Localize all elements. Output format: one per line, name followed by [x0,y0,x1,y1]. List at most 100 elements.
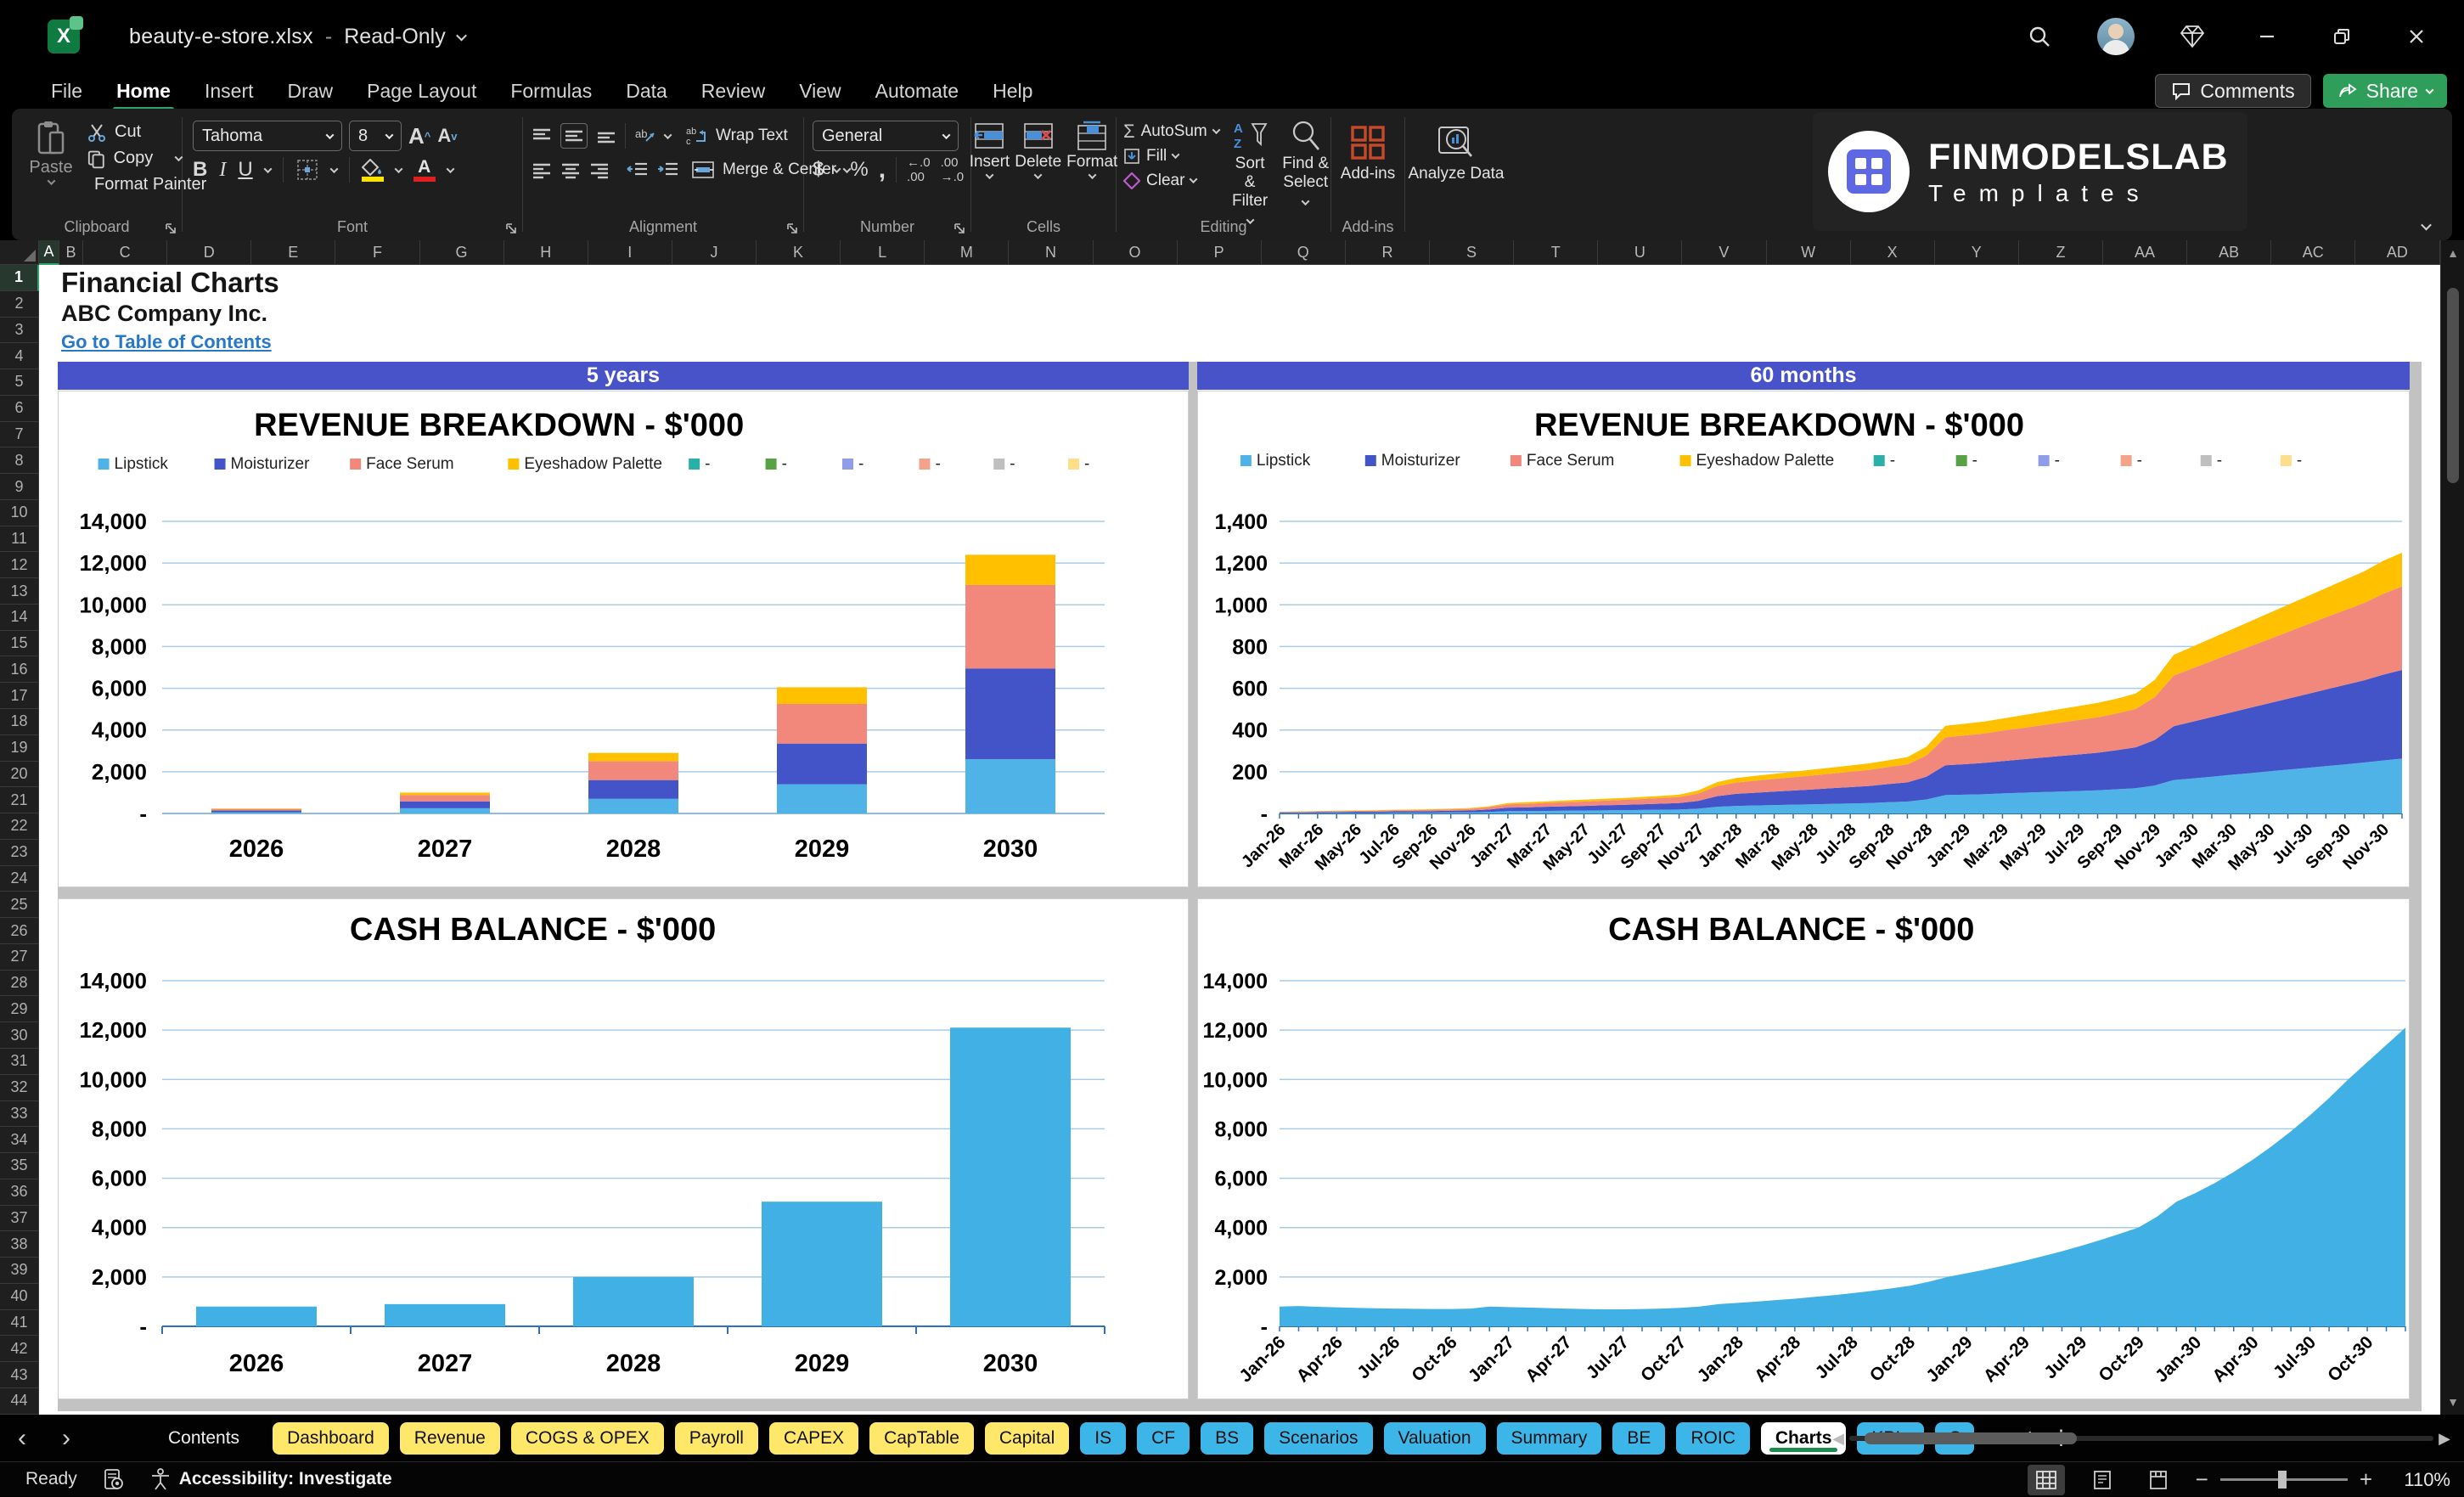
menu-tab-home[interactable]: Home [99,76,188,106]
column-header-U[interactable]: U [1598,240,1682,265]
page-layout-view-button[interactable] [2084,1465,2121,1495]
scroll-up-icon[interactable]: ▲ [2441,242,2464,264]
zoom-out-button[interactable]: − [2196,1466,2208,1493]
menu-tab-data[interactable]: Data [609,76,684,106]
sheet-tab-roic[interactable]: ROIC [1676,1422,1750,1455]
sheet-tab-revenue[interactable]: Revenue [400,1422,500,1455]
orientation-button[interactable]: ab [634,126,656,146]
sheet-tab-capex[interactable]: CAPEX [769,1422,858,1455]
revenue-breakdown-5y-chart[interactable]: -2,0004,0006,0008,00010,00012,00014,0002… [58,391,1189,887]
row-header-29[interactable]: 29 [0,996,39,1022]
row-header-33[interactable]: 33 [0,1101,39,1128]
column-header-A[interactable]: A [39,240,59,265]
premium-diamond-icon[interactable] [2175,20,2209,53]
row-header-27[interactable]: 27 [0,944,39,971]
align-bottom-button[interactable] [596,127,616,145]
underline-button[interactable]: U [238,158,252,182]
sheet-tab-cogs-opex[interactable]: COGS & OPEX [511,1422,664,1455]
row-header-41[interactable]: 41 [0,1310,39,1337]
table-of-contents-link[interactable]: Go to Table of Contents [61,331,272,353]
font-color-chevron-icon[interactable] [446,165,454,173]
row-header-22[interactable]: 22 [0,813,39,840]
column-header-C[interactable]: C [83,240,167,265]
row-header-10[interactable]: 10 [0,500,39,526]
row-header-44[interactable]: 44 [0,1388,39,1415]
row-header-43[interactable]: 43 [0,1362,39,1388]
column-header-AB[interactable]: AB [2187,240,2271,265]
row-header-3[interactable]: 3 [0,318,39,344]
column-header-M[interactable]: M [925,240,1009,265]
row-header-4[interactable]: 4 [0,343,39,369]
borders-button[interactable] [295,158,319,182]
search-icon[interactable] [2022,20,2056,53]
user-avatar[interactable] [2097,18,2135,55]
row-header-38[interactable]: 38 [0,1231,39,1258]
cash-balance-60m-chart[interactable]: -2,0004,0006,0008,00010,00012,00014,000J… [1197,898,2410,1399]
row-header-18[interactable]: 18 [0,709,39,735]
column-header-W[interactable]: W [1767,240,1851,265]
zoom-slider-thumb[interactable] [2278,1471,2287,1489]
percent-style-button[interactable]: % [850,158,868,182]
row-header-12[interactable]: 12 [0,552,39,578]
row-header-23[interactable]: 23 [0,840,39,866]
row-header-15[interactable]: 15 [0,631,39,657]
delete-cells-button[interactable]: Delete [1015,121,1061,179]
row-header-35[interactable]: 35 [0,1153,39,1179]
horizontal-scroll-thumb[interactable] [1865,1432,2077,1444]
underline-chevron-icon[interactable] [263,165,272,173]
sheet-tab-cf[interactable]: CF [1137,1422,1190,1455]
row-header-8[interactable]: 8 [0,447,39,474]
sheet-nav-next-icon[interactable]: › [44,1424,88,1453]
row-header-16[interactable]: 16 [0,656,39,683]
vertical-scrollbar[interactable]: ▲ ▼ [2440,240,2464,1415]
align-right-button[interactable] [589,160,610,179]
addins-button[interactable]: Add-ins [1331,119,1404,183]
menu-tab-help[interactable]: Help [976,76,1049,106]
accounting-format-button[interactable]: $ [813,158,824,182]
zoom-slider[interactable] [2220,1478,2348,1481]
autosum-button[interactable]: ΣAutoSum [1123,119,1219,144]
font-dialog-launcher[interactable] [505,222,517,234]
column-header-X[interactable]: X [1851,240,1935,265]
fill-button[interactable]: Fill [1123,144,1219,168]
column-header-Y[interactable]: Y [1935,240,2019,265]
readonly-badge[interactable]: Read-Only [344,25,446,49]
column-header-D[interactable]: D [167,240,251,265]
column-header-S[interactable]: S [1430,240,1514,265]
analyze-data-button[interactable]: Analyze Data [1405,119,1507,183]
vertical-scroll-thumb[interactable] [2447,288,2459,483]
format-cells-button[interactable]: Format [1066,121,1117,179]
column-header-R[interactable]: R [1346,240,1430,265]
decrease-indent-button[interactable] [627,160,649,179]
row-header-28[interactable]: 28 [0,971,39,997]
alignment-dialog-launcher[interactable] [786,222,798,234]
column-header-I[interactable]: I [588,240,672,265]
sheet-tab-capital[interactable]: Capital [985,1422,1069,1455]
row-header-5[interactable]: 5 [0,369,39,396]
row-header-39[interactable]: 39 [0,1258,39,1284]
column-header-L[interactable]: L [841,240,925,265]
column-header-G[interactable]: G [420,240,504,265]
column-header-J[interactable]: J [672,240,757,265]
column-header-H[interactable]: H [504,240,588,265]
menu-tab-formulas[interactable]: Formulas [493,76,609,106]
row-header-24[interactable]: 24 [0,866,39,892]
menu-tab-automate[interactable]: Automate [858,76,976,106]
font-size-select[interactable]: 8 [349,121,402,151]
sheet-tab-is[interactable]: IS [1080,1422,1126,1455]
accessibility-status[interactable]: Accessibility: Investigate [150,1468,392,1490]
row-header-34[interactable]: 34 [0,1127,39,1153]
menu-tab-page-layout[interactable]: Page Layout [350,76,493,106]
accounting-chevron-icon[interactable] [833,165,841,173]
sheet-tab-captable[interactable]: CapTable [869,1422,974,1455]
share-button[interactable]: Share [2323,74,2447,108]
row-header-14[interactable]: 14 [0,605,39,631]
fill-color-chevron-icon[interactable] [394,165,402,173]
sheet-tab-summary[interactable]: Summary [1497,1422,1602,1455]
find-select-button[interactable]: Find & Select [1280,119,1330,228]
row-header-9[interactable]: 9 [0,474,39,500]
sheet-tab-payroll[interactable]: Payroll [675,1422,758,1455]
row-header-30[interactable]: 30 [0,1022,39,1049]
orientation-chevron-icon[interactable] [664,131,672,139]
insert-cells-button[interactable]: Insert [970,121,1010,179]
